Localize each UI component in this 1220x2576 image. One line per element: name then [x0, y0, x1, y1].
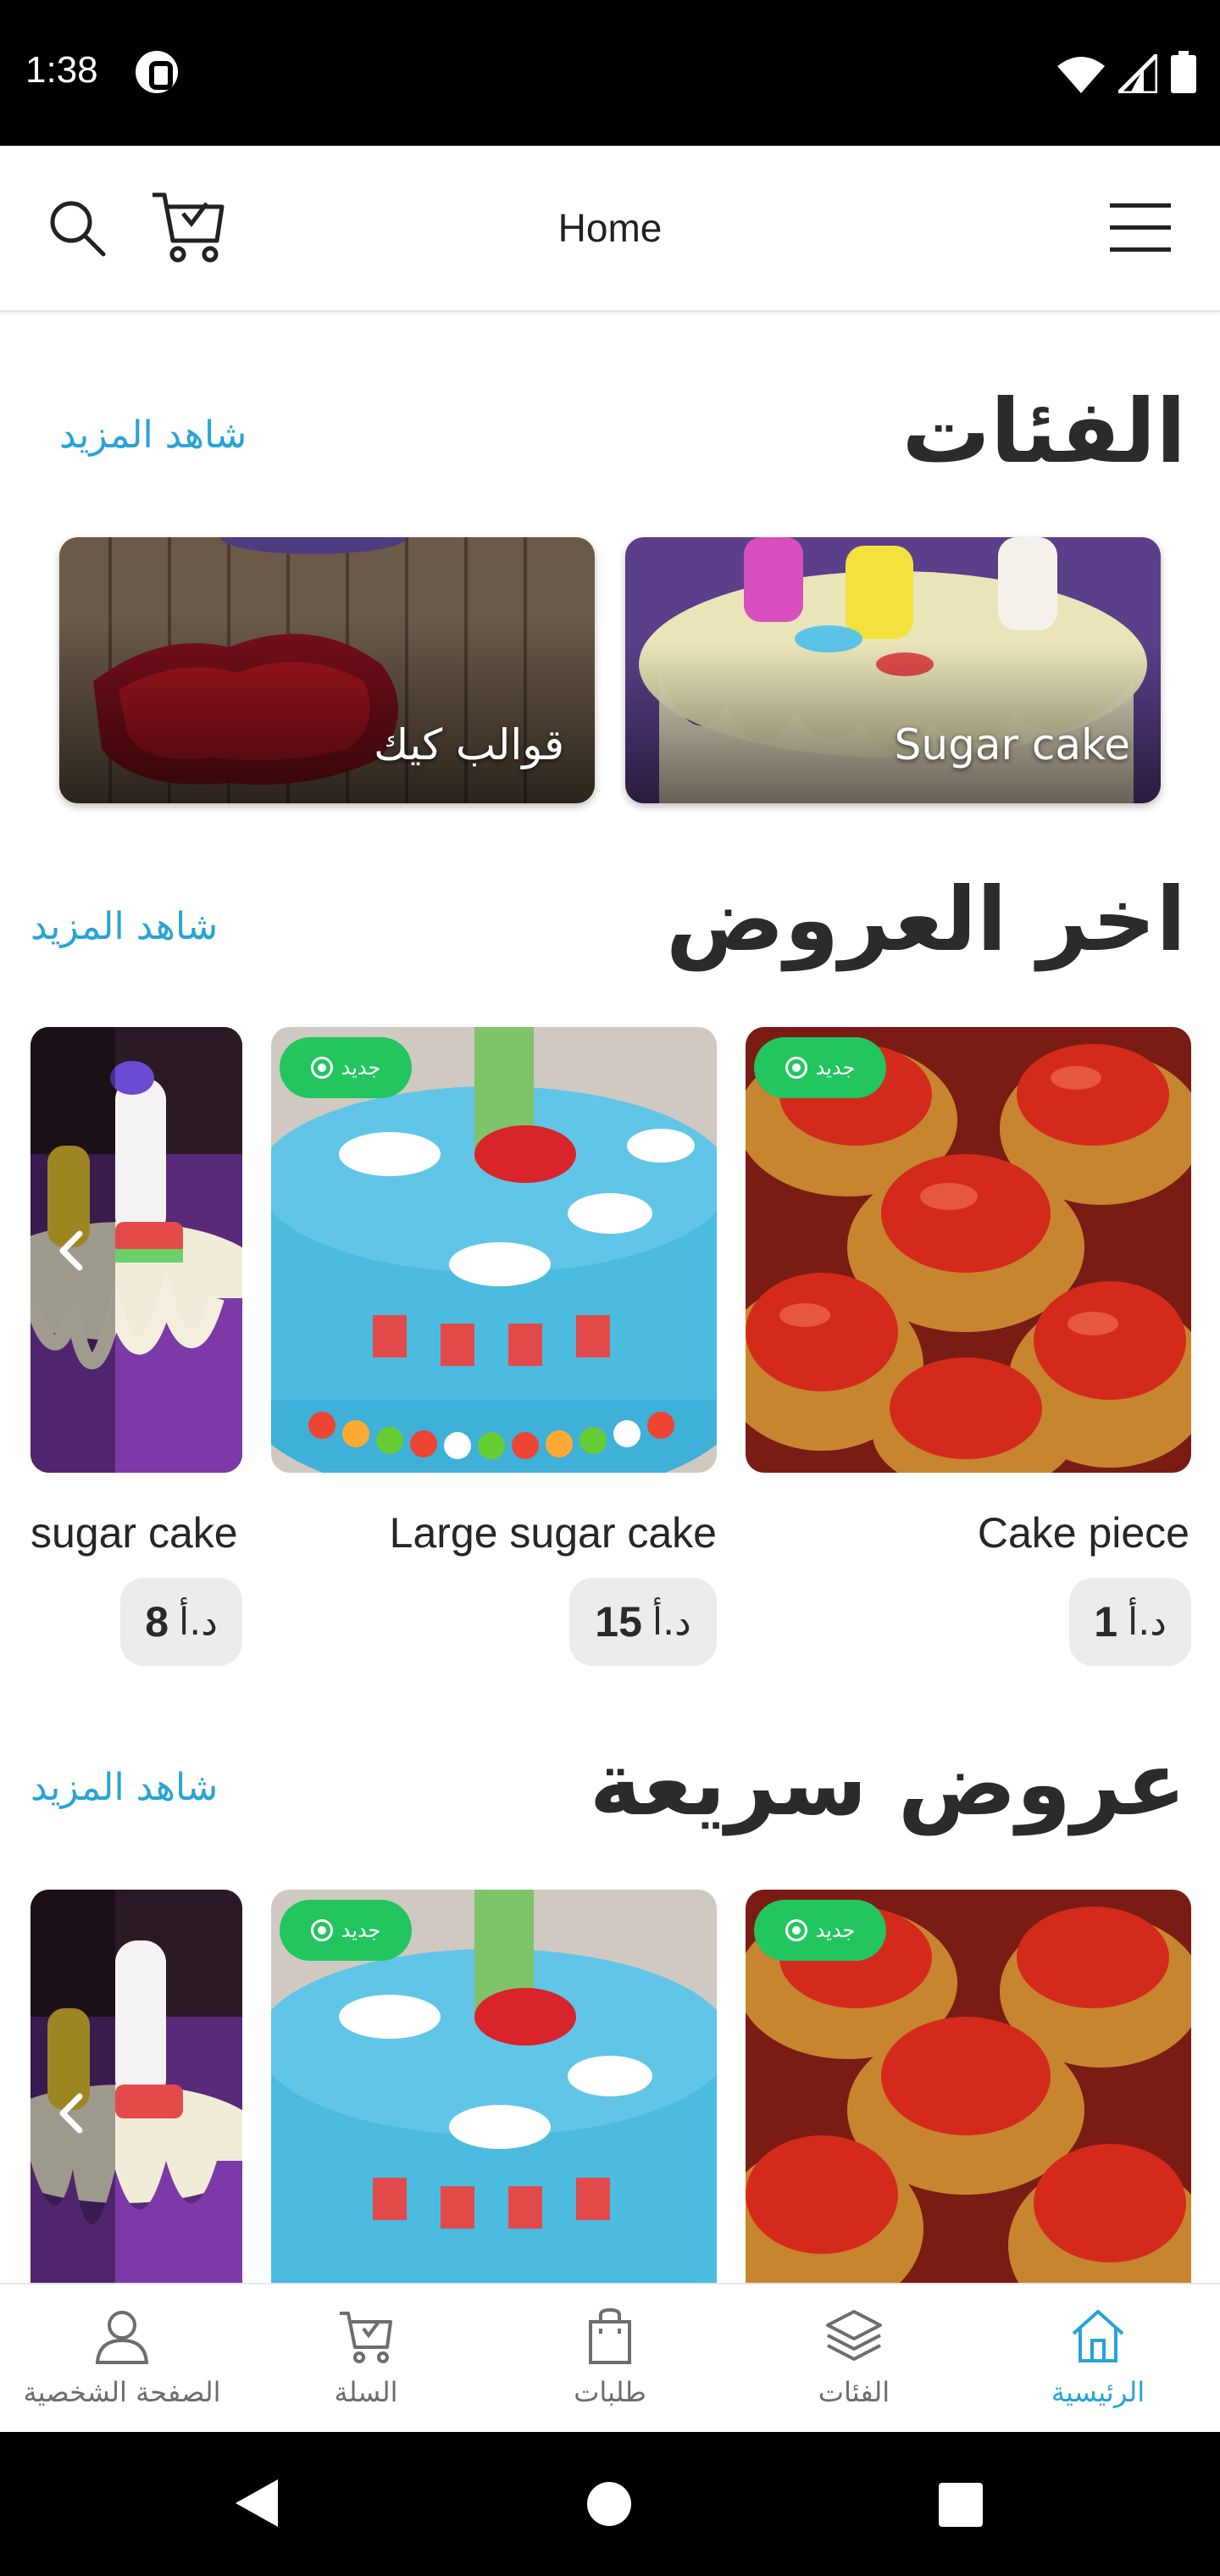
category-card-sugar-cake[interactable]: Sugar cake — [625, 537, 1161, 803]
signal-icon — [1118, 54, 1157, 93]
page-title: Home — [557, 206, 663, 250]
status-icons — [1057, 47, 1196, 93]
new-badge: جديد — [754, 1037, 886, 1098]
product-name: sugar cake — [30, 1509, 238, 1557]
category-card-cake-molds[interactable]: قوالب كيك — [59, 537, 595, 803]
product-image-sugar-cake[interactable] — [30, 1027, 242, 1473]
quick-offers-see-more-link[interactable]: شاهد المزيد — [30, 1766, 218, 1809]
nav-item-home[interactable]: الرئيسية — [976, 2285, 1220, 2432]
new-badge-icon — [310, 1057, 333, 1079]
quick-offer-image-cake-piece[interactable]: جديد — [746, 1890, 1191, 2283]
new-badge: جديد — [280, 1900, 412, 1961]
new-badge-icon — [785, 1919, 807, 1941]
latest-offers-title: اخر العروض — [665, 868, 1186, 971]
nav-label: الفئات — [818, 2376, 890, 2408]
nav-item-categories[interactable]: الفئات — [732, 2285, 976, 2432]
home-button-icon[interactable] — [586, 2481, 632, 2527]
nav-label: السلة — [334, 2376, 398, 2408]
product-image-large-sugar-cake[interactable]: جديد — [271, 1027, 717, 1473]
product-price: د.أ 1 — [1069, 1578, 1191, 1666]
nav-label: الرئيسية — [1051, 2376, 1145, 2408]
quick-offers-title: عروض سريعة — [589, 1732, 1186, 1835]
product-price: د.أ 15 — [569, 1578, 717, 1666]
product-name: Cake piece — [977, 1509, 1190, 1557]
new-badge: جديد — [754, 1900, 886, 1961]
system-navigation-bar — [0, 2432, 1220, 2576]
notification-app-icon — [136, 51, 178, 93]
recents-icon[interactable] — [939, 2483, 983, 2527]
product-image-cake-piece[interactable]: جديد — [746, 1027, 1191, 1473]
menu-icon[interactable] — [1108, 200, 1173, 254]
new-badge-icon — [310, 1919, 333, 1941]
new-badge: جديد — [280, 1037, 412, 1098]
wifi-icon — [1057, 57, 1105, 93]
nav-item-profile[interactable]: الصفحة الشخصية — [0, 2285, 244, 2432]
chevron-left-icon[interactable] — [47, 1225, 98, 1276]
back-icon[interactable] — [232, 2476, 281, 2530]
categories-title: الفئات — [901, 380, 1186, 483]
chevron-left-icon[interactable] — [47, 2088, 98, 2139]
cart-icon — [340, 2312, 392, 2363]
category-label: Sugar cake — [894, 720, 1130, 769]
nav-label: الصفحة الشخصية — [23, 2376, 221, 2408]
status-bar: 1:38 — [0, 0, 1220, 146]
quick-offer-image-large-sugar-cake[interactable]: جديد — [271, 1890, 717, 2283]
categories-see-more-link[interactable]: شاهد المزيد — [59, 414, 247, 457]
product-photo — [30, 1890, 242, 2283]
status-time: 1:38 — [25, 49, 98, 91]
new-badge-icon — [785, 1057, 807, 1079]
bag-icon — [589, 2307, 631, 2364]
nav-label: طلبات — [574, 2376, 646, 2408]
nav-item-cart[interactable]: السلة — [244, 2285, 488, 2432]
category-label: قوالب كيك — [374, 720, 564, 769]
bottom-navigation: الصفحة الشخصية السلة طلبات الفئات الرئيس… — [0, 2283, 1220, 2432]
battery-icon — [1171, 51, 1196, 93]
home-icon — [1072, 2310, 1124, 2362]
nav-item-orders[interactable]: طلبات — [488, 2285, 732, 2432]
quick-offer-image-sugar-cake[interactable] — [30, 1890, 242, 2283]
app-bar: Home — [0, 146, 1220, 312]
layers-icon — [826, 2310, 882, 2361]
product-name: Large sugar cake — [389, 1509, 717, 1557]
latest-offers-see-more-link[interactable]: شاهد المزيد — [30, 905, 218, 948]
person-icon — [95, 2311, 149, 2364]
product-price: د.أ 8 — [120, 1578, 242, 1666]
